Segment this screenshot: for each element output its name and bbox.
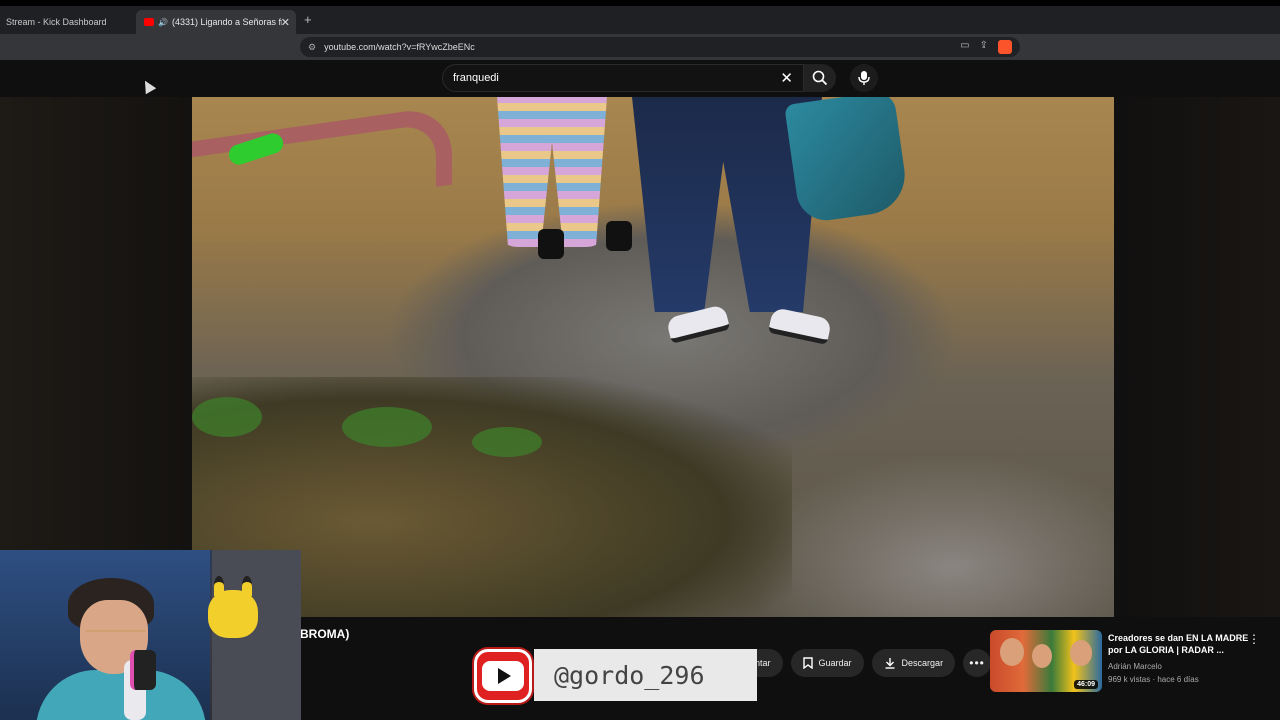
site-settings-icon[interactable]: ⚙ — [308, 42, 316, 53]
download-button[interactable]: Descargar — [871, 649, 956, 677]
recommended-video[interactable]: 46:09 Creadores se dan EN LA MADRE por L… — [990, 630, 1270, 692]
pikachu-plush — [208, 576, 258, 638]
mouse-cursor-icon — [139, 77, 157, 95]
address-bar[interactable]: ⚙ youtube.com/watch?v=fRYwcZbeENc ▭ ⇪ — [300, 37, 1020, 57]
more-actions-button[interactable]: ••• — [963, 649, 992, 677]
grass-patch — [342, 407, 432, 447]
tab-label: Stream - Kick Dashboard — [6, 17, 107, 27]
save-button[interactable]: Guardar — [790, 649, 864, 677]
video-player[interactable] — [192, 97, 1114, 617]
cast-icon[interactable]: ▭ — [960, 40, 969, 54]
grass-patch — [192, 397, 262, 437]
clear-search-icon[interactable]: ✕ — [780, 69, 793, 87]
close-tab-icon[interactable]: ✕ — [281, 16, 290, 29]
channel-handle-overlay: @gordo_296 — [474, 647, 757, 703]
address-bar-icons: ▭ ⇪ — [960, 40, 1012, 54]
tab-label: (4331) Ligando a Señoras frente — [171, 17, 282, 27]
microphone — [130, 650, 156, 690]
recommended-thumbnail[interactable]: 46:09 — [990, 630, 1102, 692]
child-legs — [497, 97, 607, 247]
browser-tab-bar: Stream - Kick Dashboard 🔊 (4331) Ligando… — [0, 0, 1280, 34]
backpack — [784, 97, 910, 225]
child-shoe — [538, 229, 564, 259]
pikachu-ear — [214, 576, 224, 596]
share-icon[interactable]: ⇪ — [980, 40, 988, 54]
download-icon — [885, 658, 895, 669]
tab-youtube-video[interactable]: 🔊 (4331) Ligando a Señoras frente ✕ — [136, 10, 296, 34]
search-button[interactable] — [804, 64, 836, 92]
voice-search-button[interactable] — [850, 64, 878, 92]
screen: Stream - Kick Dashboard 🔊 (4331) Ligando… — [0, 0, 1280, 720]
more-horizontal-icon: ••• — [969, 656, 985, 670]
pikachu-ear — [242, 576, 252, 596]
new-tab-button[interactable]: + — [304, 12, 312, 27]
microphone-icon — [858, 71, 870, 85]
sneaker — [767, 307, 833, 345]
thumbnail-face — [1070, 640, 1092, 666]
search-value: franquedi — [453, 72, 499, 84]
grass-patch — [472, 427, 542, 457]
url-text: youtube.com/watch?v=fRYwcZbeENc — [324, 42, 475, 52]
video-duration: 46:09 — [1074, 680, 1098, 689]
youtube-header: franquedi ✕ — [0, 60, 1280, 97]
search-icon — [812, 70, 828, 86]
channel-handle: @gordo_296 — [534, 649, 757, 701]
brave-shield-icon[interactable] — [998, 40, 1012, 54]
youtube-logo-icon — [474, 649, 532, 703]
thumbnail-face — [1000, 638, 1024, 666]
tab-kick-dashboard[interactable]: Stream - Kick Dashboard — [0, 10, 132, 34]
play-icon — [498, 668, 511, 684]
recommended-meta: 969 k vistas · hace 6 días — [1108, 675, 1199, 684]
youtube-logo-inner — [482, 661, 524, 691]
streamer-glasses — [86, 630, 146, 646]
thumbnail-face — [1032, 644, 1052, 668]
recommended-title[interactable]: Creadores se dan EN LA MADRE por LA GLOR… — [1108, 632, 1256, 656]
webcam-overlay — [0, 550, 301, 720]
search-input[interactable]: franquedi ✕ — [442, 64, 804, 92]
address-bar-row: ⚙ youtube.com/watch?v=fRYwcZbeENc ▭ ⇪ — [0, 34, 1280, 60]
bookmark-icon — [802, 657, 813, 669]
video-actions: untar Guardar Descargar ••• — [744, 649, 992, 677]
speaker-icon: 🔊 — [158, 17, 168, 27]
more-vertical-icon[interactable]: ⋮ — [1248, 632, 1260, 646]
bench — [192, 104, 452, 222]
video-title: BROMA) — [300, 627, 350, 641]
recommended-channel[interactable]: Adrián Marcelo — [1108, 662, 1162, 671]
youtube-favicon-icon — [144, 18, 154, 26]
child-shoe — [606, 221, 632, 251]
